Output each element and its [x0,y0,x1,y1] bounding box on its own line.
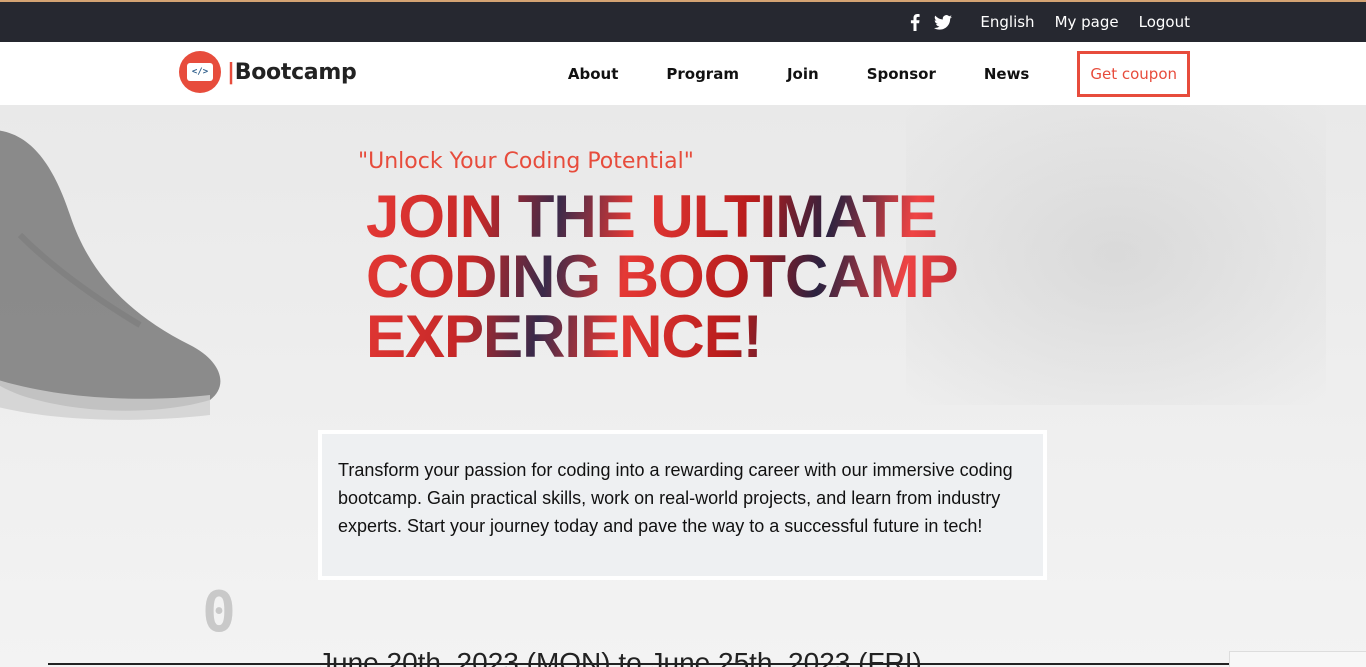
my-page-link[interactable]: My page [1055,13,1119,31]
language-link[interactable]: English [980,13,1034,31]
twitter-icon[interactable] [934,14,953,30]
bottom-divider [48,663,1248,665]
zero-badge: 0 [202,579,236,645]
nav-item-sponsor[interactable]: Sponsor [843,65,960,83]
site-logo[interactable]: </> |Bootcamp [179,51,357,93]
hero-description-box: Transform your passion for coding into a… [318,430,1047,580]
nav-item-news[interactable]: News [960,65,1054,83]
logo-badge: </> [179,51,221,93]
utility-links: English My page Logout [910,2,1190,42]
hero-background-image [0,130,221,420]
nav-item-about[interactable]: About [544,65,643,83]
headline-line-1: JOIN THE ULTIMATE [366,183,937,250]
hero-section: "Unlock Your Coding Potential" JOIN THE … [0,105,1366,667]
hero-headline: JOIN THE ULTIMATE CODING BOOTCAMP EXPERI… [366,187,986,367]
headline-line-2: CODING BOOTCAMP [366,243,958,310]
logout-link[interactable]: Logout [1139,13,1190,31]
nav-links: About Program Join Sponsor News Get coup… [544,50,1190,98]
corner-widget [1229,651,1366,667]
brand-name: |Bootcamp [227,59,357,85]
nav-item-program[interactable]: Program [642,65,763,83]
main-navbar: </> |Bootcamp About Program Join Sponsor… [0,42,1366,105]
hero-tagline: "Unlock Your Coding Potential" [358,149,694,174]
social-links [910,13,953,31]
brand-bar: | [227,59,235,85]
facebook-icon[interactable] [910,13,921,31]
hero-description: Transform your passion for coding into a… [338,460,1013,536]
get-coupon-button[interactable]: Get coupon [1077,51,1190,97]
top-utility-bar: English My page Logout [0,2,1366,42]
nav-item-join[interactable]: Join [763,65,843,83]
brand-name-text: Bootcamp [234,59,357,85]
headline-line-3: EXPERIENCE! [366,303,762,370]
code-icon: </> [187,63,213,81]
